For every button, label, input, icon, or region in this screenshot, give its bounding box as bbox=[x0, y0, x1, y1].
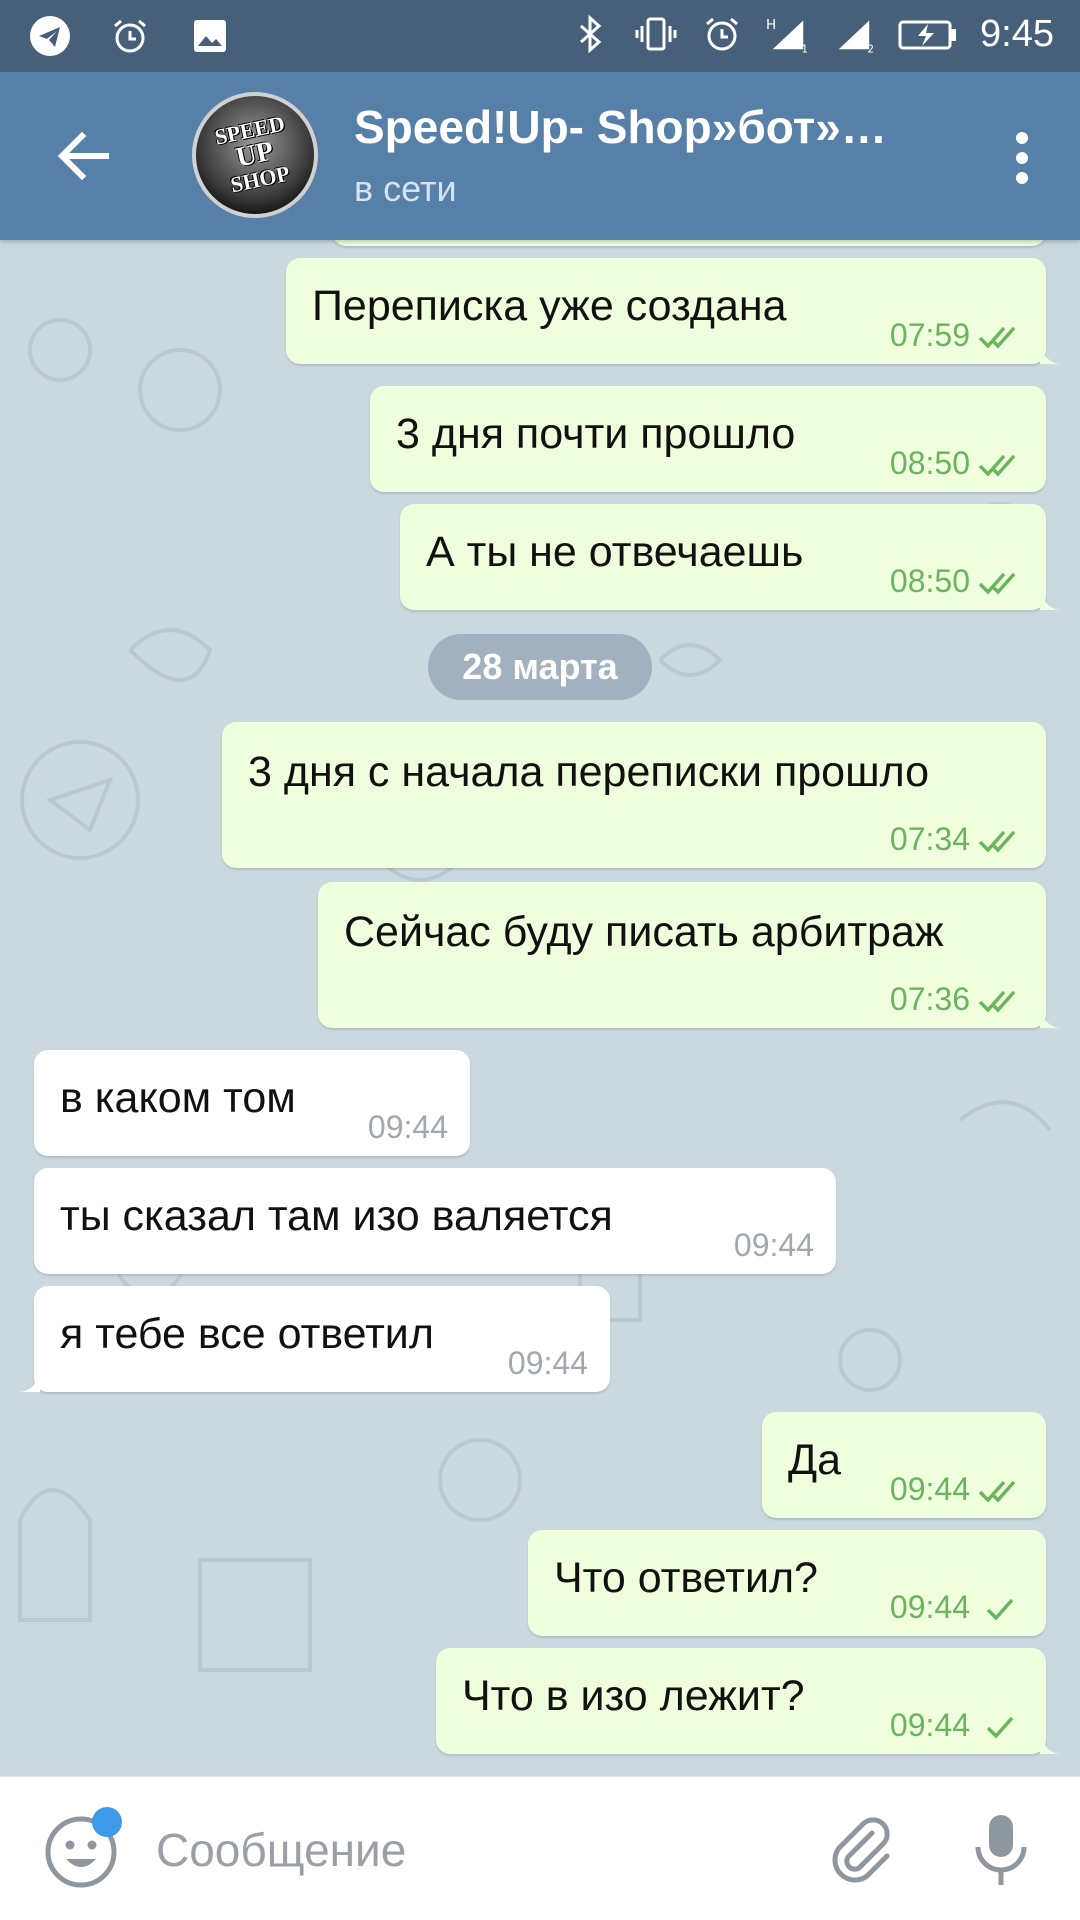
message-text: Да bbox=[788, 1436, 842, 1484]
message-input[interactable] bbox=[156, 1815, 776, 1885]
message-time: 08:50 bbox=[889, 445, 970, 481]
alarm-icon bbox=[114, 19, 146, 53]
message-text: Что ответил? bbox=[554, 1554, 818, 1602]
message-bubble[interactable]: ты сказал там изо валяется 09:44 bbox=[34, 1168, 836, 1274]
message-time: 09:44 bbox=[507, 1345, 588, 1381]
vibrate-icon bbox=[635, 17, 677, 51]
message-text: Переписка уже создана bbox=[312, 282, 787, 330]
message-compose-bar bbox=[0, 1776, 1080, 1920]
back-arrow-icon[interactable] bbox=[52, 124, 116, 188]
message-bubble-partial[interactable] bbox=[332, 240, 1046, 246]
message-text: 3 дня с начала переписки прошло bbox=[248, 748, 930, 796]
bubble-tail bbox=[1040, 1008, 1060, 1028]
double-check-icon bbox=[978, 454, 1016, 477]
message-time: 07:59 bbox=[889, 317, 970, 353]
message-text: 3 дня почти прошло bbox=[396, 410, 796, 458]
bubble-tail bbox=[1040, 590, 1060, 610]
message-text: в каком том bbox=[60, 1074, 296, 1122]
svg-text:1: 1 bbox=[802, 45, 808, 56]
message-text: А ты не отвечаешь bbox=[426, 528, 804, 576]
message-time: 07:36 bbox=[889, 981, 970, 1017]
bubble-tail bbox=[20, 1372, 40, 1392]
message-time: 09:44 bbox=[889, 1471, 970, 1507]
single-check-icon bbox=[986, 1598, 1014, 1621]
message-bubble[interactable]: 3 дня почти прошло 08:50 bbox=[370, 386, 1046, 492]
message-bubble[interactable]: 3 дня с начала переписки прошло 07:34 bbox=[222, 722, 1046, 868]
bluetooth-icon bbox=[580, 14, 602, 54]
message-bubble[interactable]: А ты не отвечаешь 08:50 bbox=[400, 504, 1060, 610]
message-bubble[interactable]: Да 09:44 bbox=[762, 1412, 1046, 1518]
more-vert-icon[interactable] bbox=[1002, 128, 1042, 188]
date-separator: 28 марта bbox=[428, 634, 652, 700]
microphone-icon[interactable] bbox=[966, 1809, 1036, 1893]
message-time: 09:44 bbox=[889, 1589, 970, 1625]
svg-text:2: 2 bbox=[868, 45, 874, 56]
double-check-icon bbox=[978, 830, 1016, 853]
message-bubble[interactable]: Сейчас буду писать арбитраж 07:36 bbox=[318, 882, 1060, 1028]
message-time: 08:50 bbox=[889, 563, 970, 599]
single-check-icon bbox=[986, 1716, 1014, 1739]
double-check-icon bbox=[978, 1480, 1016, 1503]
signal-sim2-icon: 2 bbox=[838, 20, 874, 56]
message-text: Сейчас буду писать арбитраж bbox=[344, 908, 944, 956]
message-list[interactable]: Переписка уже создана 07:59 3 дня почти … bbox=[0, 240, 1080, 1776]
bubble-tail bbox=[1040, 344, 1060, 364]
message-time: 09:44 bbox=[733, 1227, 814, 1263]
svg-text:H: H bbox=[766, 17, 776, 33]
chat-online-status: в сети bbox=[354, 168, 457, 209]
message-bubble[interactable]: в каком том 09:44 bbox=[34, 1050, 470, 1156]
status-bar: H1 2 9:45 bbox=[0, 0, 1080, 72]
message-text: я тебе все ответил bbox=[60, 1310, 434, 1358]
message-time: 09:44 bbox=[889, 1707, 970, 1743]
double-check-icon bbox=[978, 572, 1016, 595]
message-bubble[interactable]: Что ответил? 09:44 bbox=[528, 1530, 1046, 1636]
signal-sim1-icon: H1 bbox=[766, 17, 808, 56]
alarm-icon bbox=[706, 17, 738, 51]
avatar[interactable]: SPEED UP SHOP bbox=[192, 92, 318, 218]
status-time: 9:45 bbox=[980, 12, 1054, 55]
message-bubble[interactable]: Переписка уже создана 07:59 bbox=[286, 258, 1060, 364]
message-bubble[interactable]: Что в изо лежит? 09:44 bbox=[436, 1648, 1060, 1754]
chat-title[interactable]: Speed!Up- Shop»бот»… bbox=[354, 100, 934, 154]
bubble-tail bbox=[1040, 1734, 1060, 1754]
message-text: Что в изо лежит? bbox=[462, 1672, 805, 1720]
message-time: 09:44 bbox=[367, 1109, 448, 1145]
message-time: 07:34 bbox=[889, 821, 970, 857]
paperclip-icon[interactable] bbox=[824, 1813, 900, 1889]
battery-charging-icon bbox=[898, 20, 957, 50]
double-check-icon bbox=[978, 990, 1016, 1013]
message-text: ты сказал там изо валяется bbox=[60, 1192, 613, 1240]
telegram-icon bbox=[30, 16, 70, 56]
double-check-icon bbox=[978, 326, 1016, 349]
avatar-logo-text: SPEED UP SHOP bbox=[212, 110, 292, 198]
message-bubble[interactable]: я тебе все ответил 09:44 bbox=[20, 1286, 610, 1392]
notification-dot bbox=[92, 1807, 122, 1837]
image-icon bbox=[194, 20, 226, 52]
chat-header: SPEED UP SHOP Speed!Up- Shop»бот»… в сет… bbox=[0, 72, 1080, 240]
